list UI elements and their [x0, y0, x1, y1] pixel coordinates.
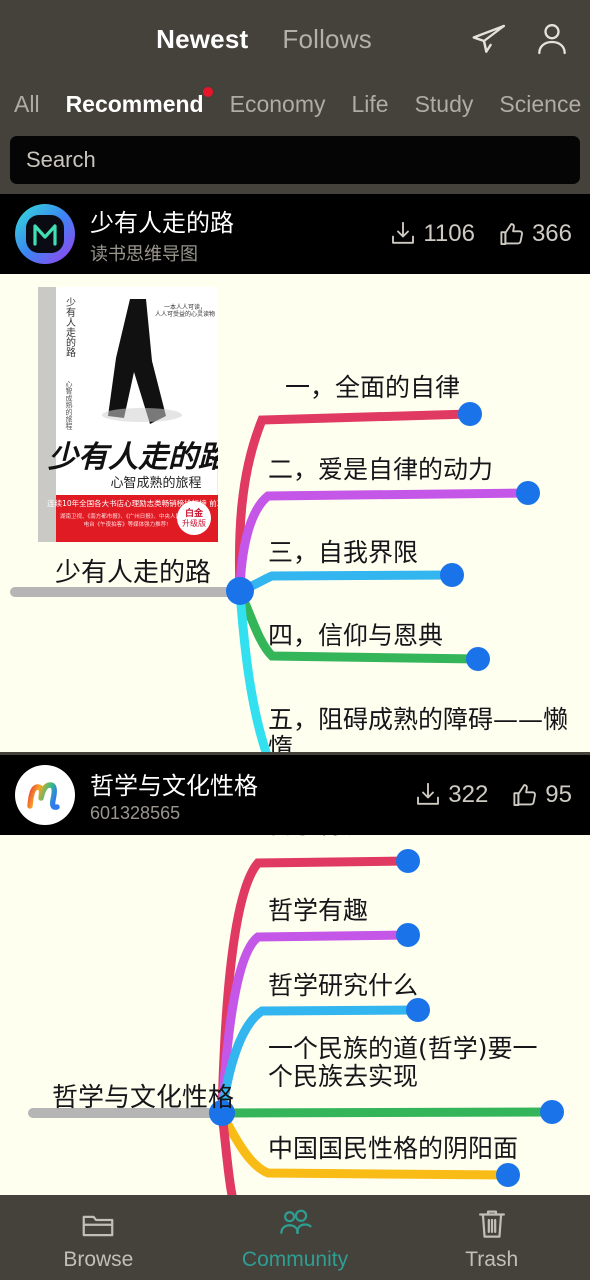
- search-bar-container: Search: [0, 130, 590, 194]
- mindmap-root-label: 少有人走的路: [55, 557, 212, 587]
- mindmap-node[interactable]: 三，自我界限: [268, 539, 418, 567]
- mindmap-links: [10, 402, 540, 752]
- mindmap-node[interactable]: 一个民族的道(哲学)要一个民族去实现: [268, 1035, 560, 1091]
- mindmap-node[interactable]: 哲学特质是: [268, 835, 393, 839]
- nav-item-community[interactable]: Community: [197, 1205, 394, 1272]
- top-bar-icons: [468, 19, 572, 59]
- bottom-nav: Browse Community Trash: [0, 1196, 590, 1280]
- like-stat[interactable]: 366: [497, 219, 572, 249]
- tab-economy[interactable]: Economy: [230, 91, 326, 118]
- mindmap-node[interactable]: 二，爱是自律的动力: [268, 456, 493, 484]
- segment-follows[interactable]: Follows: [282, 24, 372, 55]
- mindmap-node[interactable]: 哲学研究什么: [268, 972, 418, 1000]
- branch-endpoint: [396, 923, 420, 947]
- search-placeholder: Search: [26, 147, 96, 172]
- nav-label-browse: Browse: [63, 1247, 134, 1271]
- mindmap-node[interactable]: 四，信仰与恩典: [268, 622, 443, 650]
- nav-label-community: Community: [241, 1247, 349, 1271]
- segment-newest[interactable]: Newest: [156, 24, 248, 55]
- download-count: 322: [448, 781, 489, 808]
- nav-item-browse[interactable]: Browse: [0, 1205, 197, 1272]
- like-stat[interactable]: 95: [510, 780, 572, 810]
- send-icon[interactable]: [468, 19, 508, 59]
- branch-endpoint: [440, 563, 464, 587]
- card-title: 哲学与文化性格: [90, 773, 258, 800]
- nav-label-trash: Trash: [465, 1247, 519, 1271]
- tab-study[interactable]: Study: [415, 91, 474, 118]
- feed-list[interactable]: 少有人走的路 读书思维导图 1106 366 一本人人可读， 人人可受益的心灵读…: [0, 194, 590, 1196]
- card-title: 少有人走的路: [90, 209, 234, 237]
- avatar[interactable]: [14, 764, 76, 826]
- download-stat[interactable]: 322: [413, 780, 488, 810]
- mindmap-hub: [226, 577, 254, 605]
- branch-endpoint: [406, 998, 430, 1022]
- tab-all[interactable]: All: [14, 91, 40, 118]
- trash-icon: [478, 1210, 505, 1238]
- card-subtitle: 读书思维导图: [90, 243, 198, 264]
- card-meta: 哲学与文化性格 601328565: [90, 766, 399, 824]
- folder-icon: [82, 1215, 114, 1236]
- profile-icon[interactable]: [532, 19, 572, 59]
- card-meta: 少有人走的路 读书思维导图: [90, 203, 374, 266]
- feed-card[interactable]: 哲学与文化性格 601328565 322 95 哲学有趣 哲学研究什么 一个民…: [0, 755, 590, 1195]
- avatar[interactable]: [14, 203, 76, 265]
- mindmap-node[interactable]: 五，阻碍成熟的障碍——懒惰: [268, 706, 578, 753]
- card-header[interactable]: 哲学与文化性格 601328565 322 95: [0, 755, 590, 835]
- tab-recommend-label: Recommend: [65, 90, 204, 117]
- branch-endpoint: [396, 849, 420, 873]
- mindmap-node[interactable]: 哲学有趣: [268, 897, 368, 925]
- mindmap-node[interactable]: 中国国民性格的阴阳面: [268, 1135, 518, 1163]
- branch-endpoint: [458, 402, 482, 426]
- download-count: 1106: [423, 220, 475, 247]
- mindmap-root-label: 哲学与文化性格: [52, 1082, 235, 1112]
- tab-recommend-badge: [201, 85, 214, 98]
- tab-life[interactable]: Life: [351, 91, 388, 118]
- like-count: 366: [531, 220, 572, 247]
- top-bar: Newest Follows: [0, 0, 590, 78]
- card-subtitle: 601328565: [90, 803, 181, 823]
- branch-endpoint: [466, 647, 490, 671]
- app-root: Newest Follows All Recommend Economy Lif…: [0, 0, 590, 1280]
- people-icon: [280, 1209, 312, 1234]
- feed-card[interactable]: 少有人走的路 读书思维导图 1106 366 一本人人可读， 人人可受益的心灵读…: [0, 194, 590, 752]
- tab-science[interactable]: Science: [499, 91, 581, 118]
- branch-endpoint: [540, 1100, 564, 1124]
- mindmap-canvas[interactable]: 一本人人可读， 人人可受益的心灵读物 少有人走的路 心智成熟的旅程 少有人走的路…: [0, 274, 590, 752]
- thumbs-up-icon: [500, 223, 523, 245]
- tab-recommend[interactable]: Recommend: [65, 85, 214, 118]
- mindmap-canvas[interactable]: 哲学特质是 哲学有趣 哲学研究什么 一个民族的道(哲学)要一个民族去实现 中国国…: [0, 835, 590, 1195]
- category-tabs: All Recommend Economy Life Study Science: [0, 78, 590, 130]
- mindmap-node[interactable]: 一，全面的自律: [285, 374, 460, 402]
- segment-control: Newest Follows: [0, 24, 468, 55]
- search-input[interactable]: Search: [10, 136, 580, 184]
- thumbs-up-icon: [513, 784, 537, 806]
- download-icon: [392, 221, 415, 244]
- branch-endpoint: [496, 1163, 520, 1187]
- card-stats: 322 95: [413, 780, 576, 810]
- branch-endpoint: [516, 481, 540, 505]
- nav-item-trash[interactable]: Trash: [393, 1205, 590, 1272]
- download-icon: [417, 782, 440, 805]
- card-stats: 1106 366: [388, 219, 576, 249]
- card-header[interactable]: 少有人走的路 读书思维导图 1106 366: [0, 194, 590, 274]
- download-stat[interactable]: 1106: [388, 219, 475, 249]
- like-count: 95: [545, 781, 572, 808]
